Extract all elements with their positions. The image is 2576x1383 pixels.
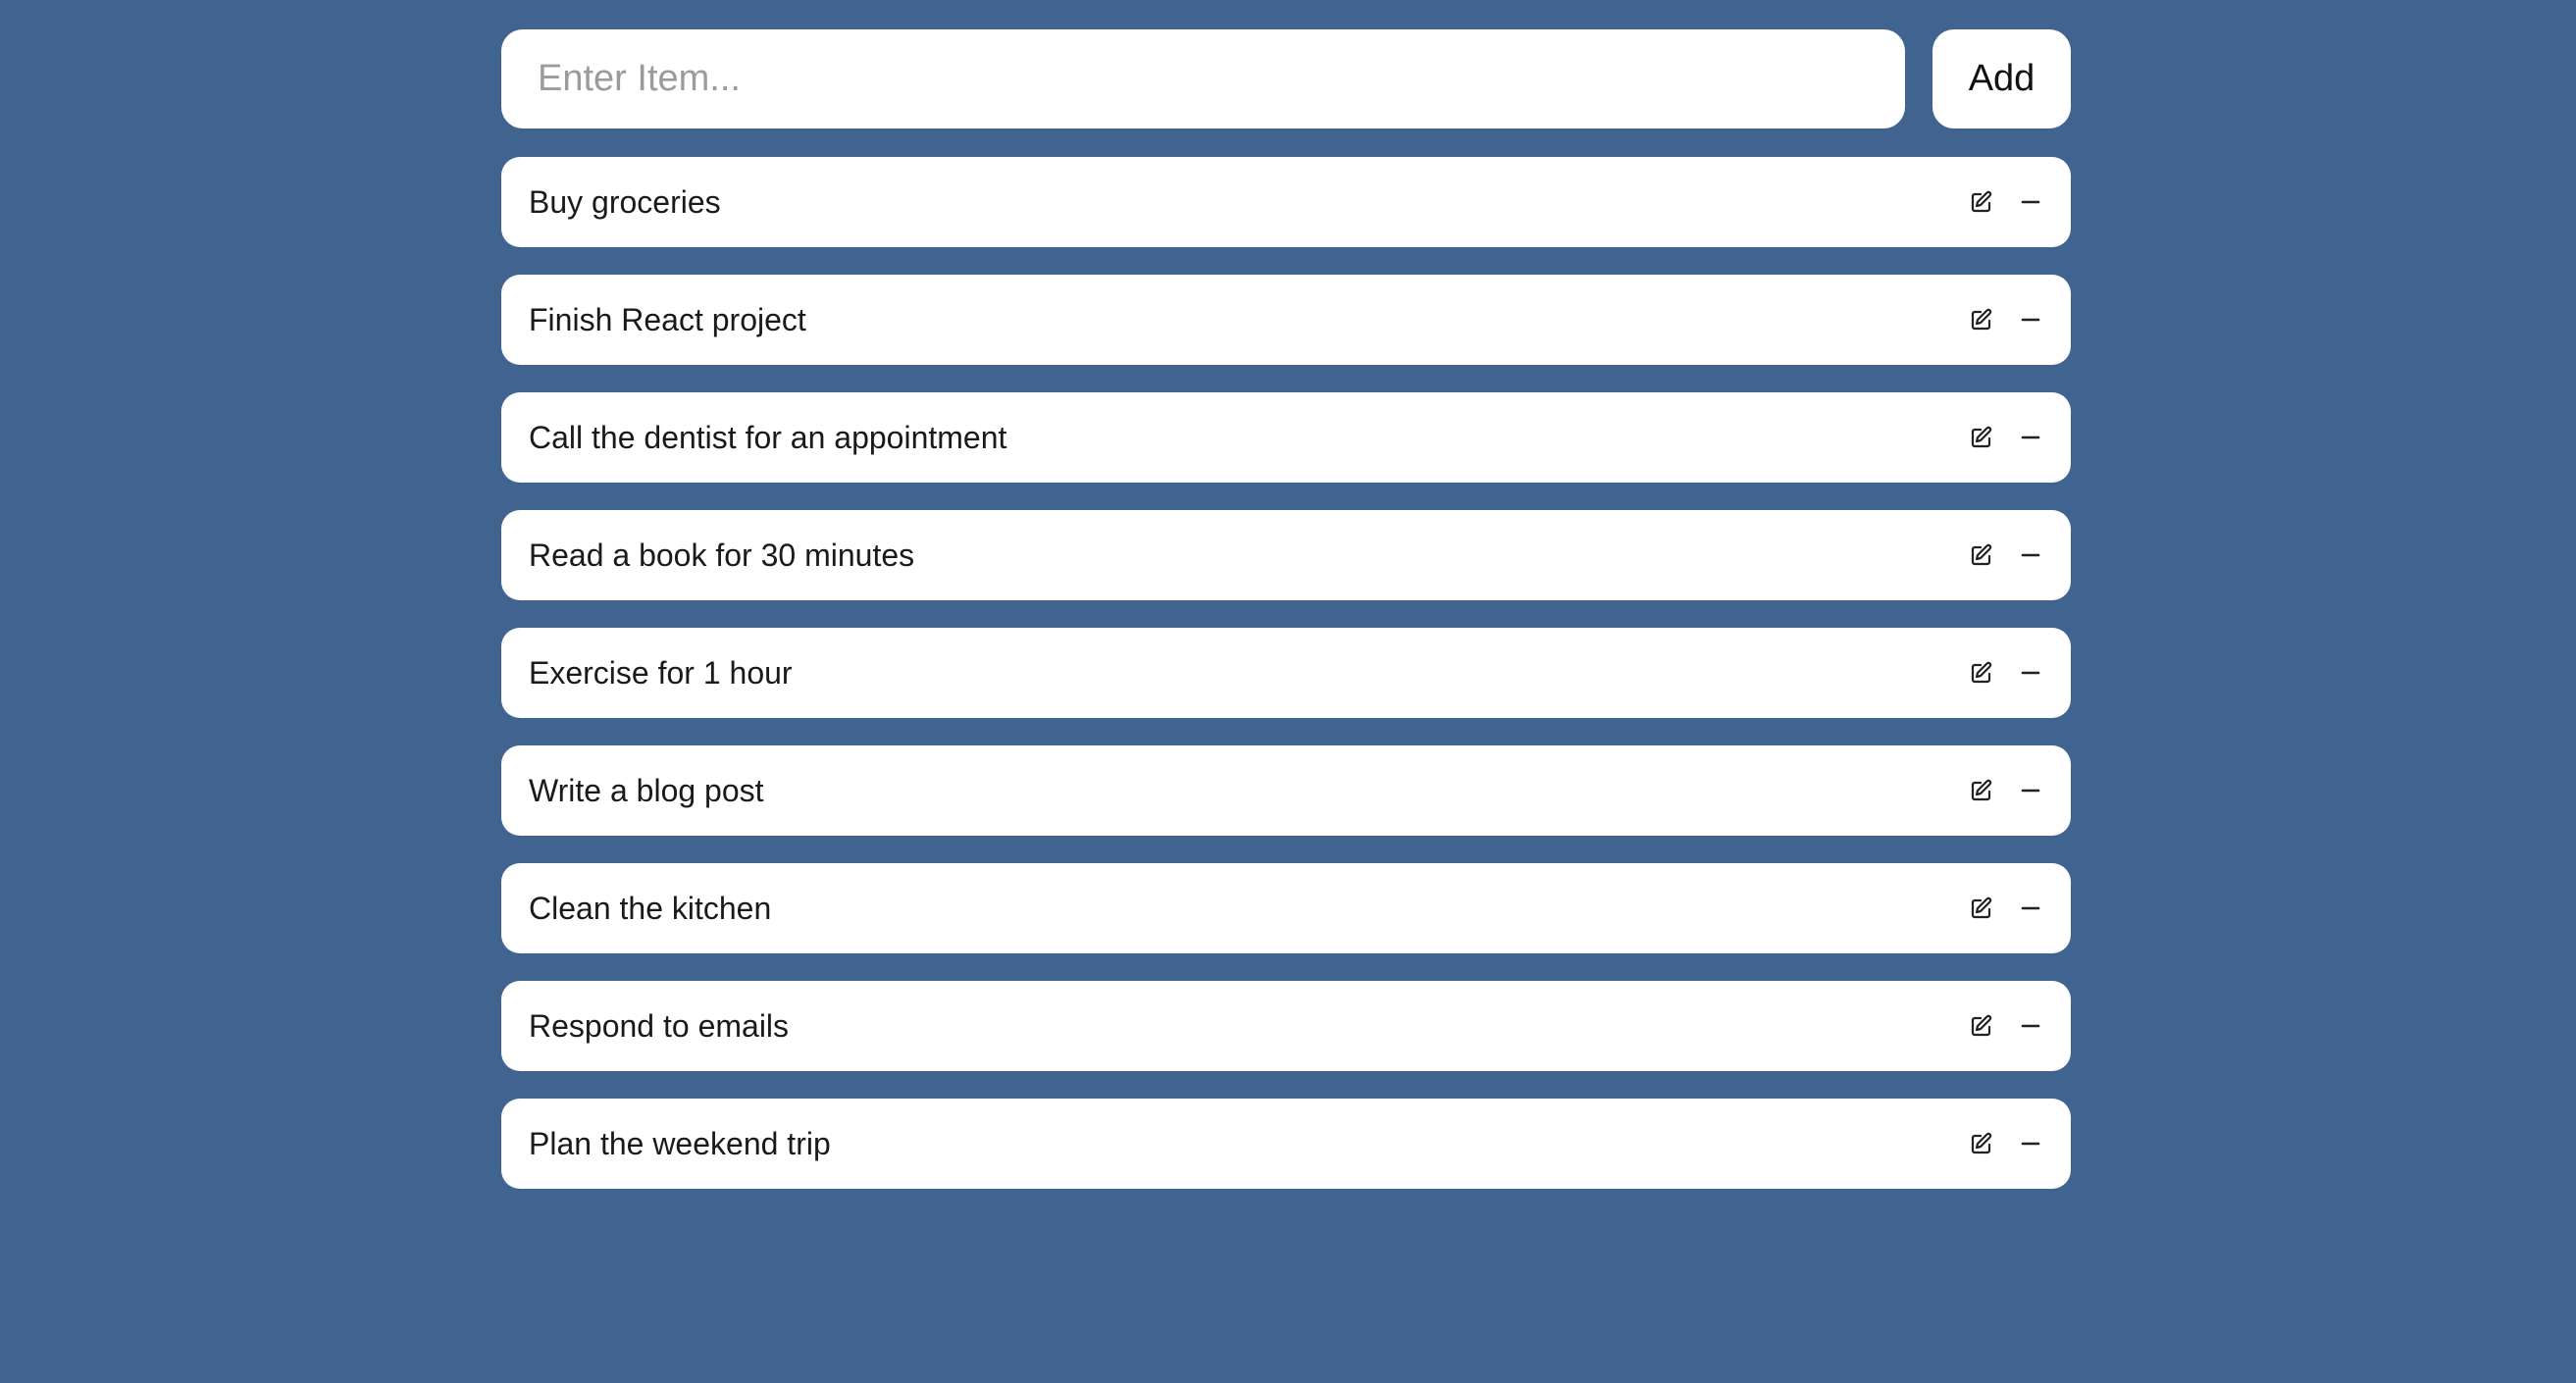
minus-icon[interactable]: [2016, 305, 2045, 334]
item-actions: [1967, 1129, 2045, 1158]
item-actions: [1967, 305, 2045, 334]
item-label: Clean the kitchen: [529, 890, 772, 926]
item-actions: [1967, 423, 2045, 452]
item-label: Read a book for 30 minutes: [529, 537, 915, 573]
item-actions: [1967, 1011, 2045, 1041]
todo-app: Add Buy groceries Finish React project C…: [501, 29, 2071, 1189]
list-item: Call the dentist for an appointment: [501, 392, 2071, 483]
edit-icon[interactable]: [1967, 305, 1996, 334]
item-label: Respond to emails: [529, 1007, 790, 1044]
entry-row: Add: [501, 29, 2071, 128]
edit-icon[interactable]: [1967, 1129, 1996, 1158]
item-actions: [1967, 187, 2045, 217]
item-label: Exercise for 1 hour: [529, 654, 793, 691]
minus-icon[interactable]: [2016, 776, 2045, 805]
list-item: Respond to emails: [501, 981, 2071, 1071]
item-label: Call the dentist for an appointment: [529, 419, 1007, 455]
edit-icon[interactable]: [1967, 1011, 1996, 1041]
minus-icon[interactable]: [2016, 187, 2045, 217]
item-label: Buy groceries: [529, 183, 721, 220]
item-label: Finish React project: [529, 301, 806, 337]
minus-icon[interactable]: [2016, 540, 2045, 570]
todo-list: Buy groceries Finish React project Call …: [501, 157, 2071, 1189]
edit-icon[interactable]: [1967, 658, 1996, 688]
edit-icon[interactable]: [1967, 894, 1996, 923]
edit-icon[interactable]: [1967, 540, 1996, 570]
edit-icon[interactable]: [1967, 423, 1996, 452]
item-actions: [1967, 776, 2045, 805]
list-item: Clean the kitchen: [501, 863, 2071, 953]
edit-icon[interactable]: [1967, 776, 1996, 805]
item-label: Plan the weekend trip: [529, 1125, 831, 1161]
item-label: Write a blog post: [529, 772, 764, 808]
list-item: Plan the weekend trip: [501, 1099, 2071, 1189]
add-button[interactable]: Add: [1932, 29, 2071, 128]
minus-icon[interactable]: [2016, 1011, 2045, 1041]
minus-icon[interactable]: [2016, 1129, 2045, 1158]
minus-icon[interactable]: [2016, 894, 2045, 923]
minus-icon[interactable]: [2016, 658, 2045, 688]
list-item: Finish React project: [501, 275, 2071, 365]
item-actions: [1967, 540, 2045, 570]
item-actions: [1967, 658, 2045, 688]
edit-icon[interactable]: [1967, 187, 1996, 217]
list-item: Write a blog post: [501, 745, 2071, 836]
list-item: Read a book for 30 minutes: [501, 510, 2071, 600]
minus-icon[interactable]: [2016, 423, 2045, 452]
item-input[interactable]: [501, 29, 1905, 128]
list-item: Exercise for 1 hour: [501, 628, 2071, 718]
list-item: Buy groceries: [501, 157, 2071, 247]
item-actions: [1967, 894, 2045, 923]
